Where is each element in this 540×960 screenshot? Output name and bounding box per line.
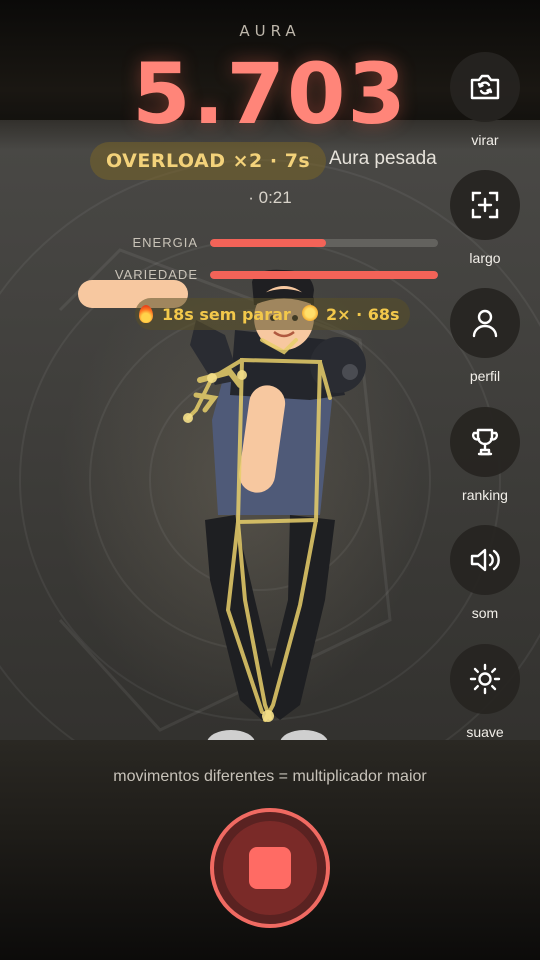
sound-label: som <box>471 605 499 621</box>
aura-mood-label: Aura pesada <box>329 148 437 169</box>
wide-button[interactable] <box>450 170 520 240</box>
person-icon <box>472 309 498 338</box>
variety-meter <box>210 271 438 279</box>
speaker-icon <box>470 548 500 572</box>
variety-meter-fill <box>210 271 438 279</box>
sound-button[interactable] <box>450 525 520 595</box>
energy-meter-label: ENERGIA <box>132 235 198 250</box>
energy-meter-fill <box>210 239 327 247</box>
expand-frame-icon <box>471 191 499 219</box>
energy-meter <box>210 239 438 247</box>
flip-camera-button[interactable] <box>450 52 520 122</box>
trophy-icon <box>471 428 499 456</box>
ranking-button[interactable] <box>450 407 520 477</box>
record-stop-button[interactable] <box>210 808 330 928</box>
hint-text: movimentos diferentes = multiplicador ma… <box>113 768 427 785</box>
streak-duration: 18s sem parar <box>162 305 291 324</box>
camera-flip-icon <box>470 74 500 100</box>
stop-icon <box>249 847 291 889</box>
app-root: AURA 5.703 OVERLOAD ×2 · 7s Aura pesada … <box>0 0 540 960</box>
sun-icon <box>469 663 501 695</box>
smooth-button[interactable] <box>450 644 520 714</box>
variety-meter-label: VARIEDADE <box>114 267 198 282</box>
smooth-label: suave <box>466 724 504 740</box>
overload-badge: OVERLOAD ×2 · 7s <box>90 142 327 180</box>
ranking-label: ranking <box>462 487 508 503</box>
streak-multiplier: 2× · 68s <box>326 305 400 324</box>
profile-button[interactable] <box>450 288 520 358</box>
wide-label: largo <box>469 250 501 266</box>
flip-camera-label: virar <box>471 132 499 148</box>
profile-label: perfil <box>469 368 501 384</box>
app-title: AURA <box>239 22 301 40</box>
flame-icon <box>139 305 153 323</box>
record-button-inner <box>223 821 317 915</box>
multiplier-icon <box>302 305 318 321</box>
